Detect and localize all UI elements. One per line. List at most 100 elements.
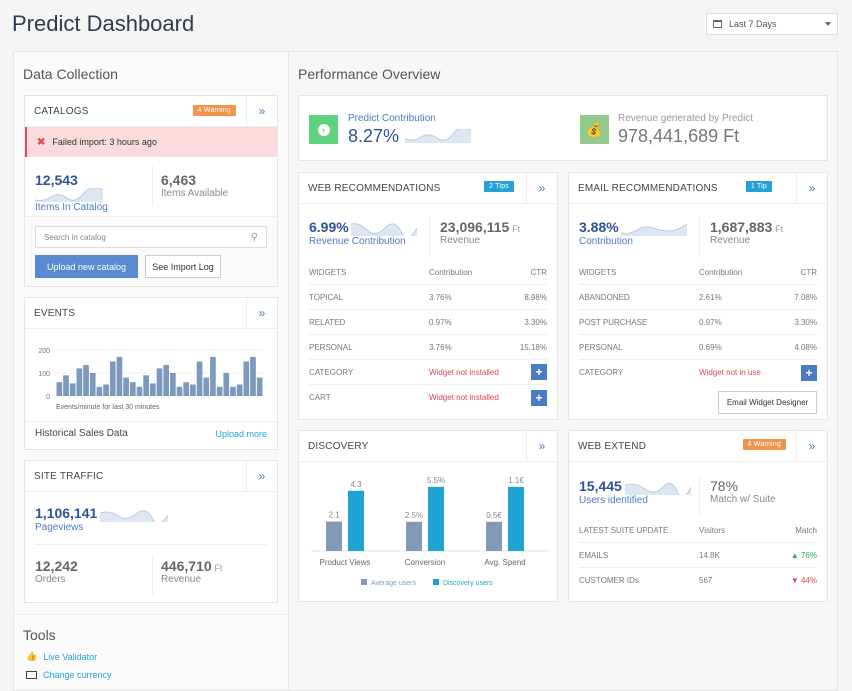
suite-row-name: CUSTOMER IDs [579, 576, 639, 585]
discovery-bar [508, 486, 524, 551]
revenue-value: 1,687,883 [710, 219, 773, 235]
bar-value-label: 4.3 [350, 480, 362, 489]
contribution-cell: 0.97% [429, 317, 452, 327]
events-title: EVENTS [34, 307, 76, 319]
change-currency-label: Change currency [43, 670, 112, 680]
orders-value: 12,242 [35, 558, 78, 574]
items-in-catalog-value: 12,543 [35, 172, 78, 188]
legend-swatch [433, 579, 439, 585]
expand-chevron-icon[interactable]: » [246, 96, 277, 126]
widget-name: CATEGORY [309, 367, 354, 377]
widget-name: TOPICAL [309, 292, 344, 302]
upload-more-link[interactable]: Upload more [215, 429, 267, 439]
event-bar [69, 383, 76, 396]
email-recommendations-title: EMAIL RECOMMENDATIONS [578, 182, 718, 194]
table-row: POST PURCHASE 0.97% 3.30% [579, 310, 817, 335]
visitors-cell: 14.8K [699, 550, 720, 560]
live-validator-link[interactable]: 👍 Live Validator [26, 651, 97, 662]
widget-name: POST PURCHASE [579, 317, 648, 327]
web-extend-title: WEB EXTEND [578, 440, 647, 452]
add-widget-button[interactable]: + [801, 364, 817, 381]
contribution-icon: › [309, 115, 338, 144]
items-available-value: 6,463 [161, 172, 197, 188]
sparkline [100, 510, 169, 523]
change-currency-link[interactable]: Change currency [26, 670, 112, 680]
category-label: Avg. Spend [484, 558, 525, 567]
event-bar [129, 382, 136, 396]
email-widget-designer-button[interactable]: Email Widget Designer [718, 391, 817, 414]
column-header: Contribution [699, 267, 743, 277]
column-header: Visitors [699, 525, 726, 535]
thumbs-up-icon: 👍 [26, 651, 38, 661]
live-validator-label: Live Validator [43, 651, 98, 662]
event-bar [236, 384, 243, 396]
event-bar [230, 386, 236, 396]
category-label: Conversion [405, 558, 445, 567]
revenue-label: Revenue [161, 574, 202, 585]
page-title: Predict Dashboard [12, 11, 195, 36]
event-bar [136, 386, 143, 396]
widget-name: ABANDONED [579, 292, 630, 302]
event-bar [83, 364, 89, 396]
see-import-log-button[interactable]: See Import Log [145, 255, 221, 278]
column-header: Contribution [429, 267, 473, 277]
table-row: CATEGORY Widget not in use + [579, 360, 817, 385]
contribution-label: Contribution [579, 236, 633, 248]
tips-badge[interactable]: 2 Tips [484, 181, 514, 192]
currency-unit: Ft [775, 224, 784, 234]
event-bar [223, 373, 230, 396]
expand-chevron-icon[interactable]: » [526, 173, 557, 203]
event-bar [183, 382, 190, 396]
revenue-stat: 1,687,883 Ft Revenue [710, 219, 783, 246]
discovery-bar [348, 490, 364, 551]
warning-badge[interactable]: 4 Warning [742, 439, 786, 450]
expand-chevron-icon[interactable]: » [796, 431, 827, 461]
expand-chevron-icon[interactable]: » [246, 298, 277, 328]
bar-value-label: 0.5€ [486, 511, 502, 520]
revenue-stat: 23,096,115 Ft Revenue [440, 219, 520, 246]
site-traffic-panel: SITE TRAFFIC » 1,106,141 Pageviews 12,24… [24, 460, 278, 603]
performance-title: Performance Overview [298, 66, 441, 82]
money-bag-icon: 💰 [580, 115, 609, 144]
tips-badge[interactable]: 1 Tip [745, 181, 772, 192]
event-bar [103, 384, 109, 396]
currency-unit: Ft [214, 563, 223, 573]
expand-chevron-icon[interactable]: » [796, 173, 827, 203]
money-icon [26, 671, 37, 679]
contribution-cell: 0.97% [699, 317, 722, 327]
expand-chevron-icon[interactable]: » [526, 431, 557, 461]
widget-status: Widget not in use [699, 368, 761, 377]
upload-catalog-button[interactable]: Upload new catalog [35, 255, 138, 278]
items-available-stat: 6,463 Items Available [161, 172, 228, 199]
web-recommendations-title: WEB RECOMMENDATIONS [308, 182, 441, 194]
bar-value-label: 5.5% [427, 476, 445, 485]
contribution-cell: 3.76% [429, 342, 452, 352]
date-range-select[interactable]: Last 7 Days [706, 13, 838, 35]
discovery-bar [326, 521, 342, 551]
add-widget-button[interactable]: + [531, 389, 547, 406]
event-bar [176, 386, 183, 396]
warning-badge[interactable]: 4 Warning [192, 105, 236, 116]
event-bar [190, 384, 196, 396]
ctr-cell: 4.08% [794, 342, 817, 352]
add-widget-button[interactable]: + [531, 364, 547, 380]
widget-name: CART [309, 393, 331, 402]
column-header: LATEST SUITE UPDATE [579, 525, 669, 535]
events-caption: Events/minute for last 30 minutes [56, 404, 160, 411]
expand-chevron-icon[interactable]: » [246, 461, 277, 491]
historical-sales-label: Historical Sales Data [35, 428, 128, 439]
event-bar [123, 377, 129, 396]
match-value: 78% [710, 478, 739, 494]
site-traffic-title: SITE TRAFFIC [34, 470, 104, 482]
revenue-value: 446,710 [161, 558, 212, 574]
error-message: Failed import: 3 hours ago [52, 137, 157, 147]
catalog-search-input[interactable]: Search in catalog ⚲ [35, 226, 267, 248]
events-panel: EVENTS » 0 100 200 Events/minute for last … [24, 297, 278, 450]
tools-title: Tools [23, 627, 56, 643]
ctr-cell: 15.18% [519, 342, 547, 352]
event-bar [116, 356, 123, 396]
contribution-cell: 2.61% [699, 292, 722, 302]
event-bar [149, 383, 156, 396]
discovery-chart: 2.1 4.3 Product Views 2.5% 5.5% Conversion 0.5… [311, 476, 549, 587]
orders-stat: 12,242 Orders [35, 558, 78, 585]
